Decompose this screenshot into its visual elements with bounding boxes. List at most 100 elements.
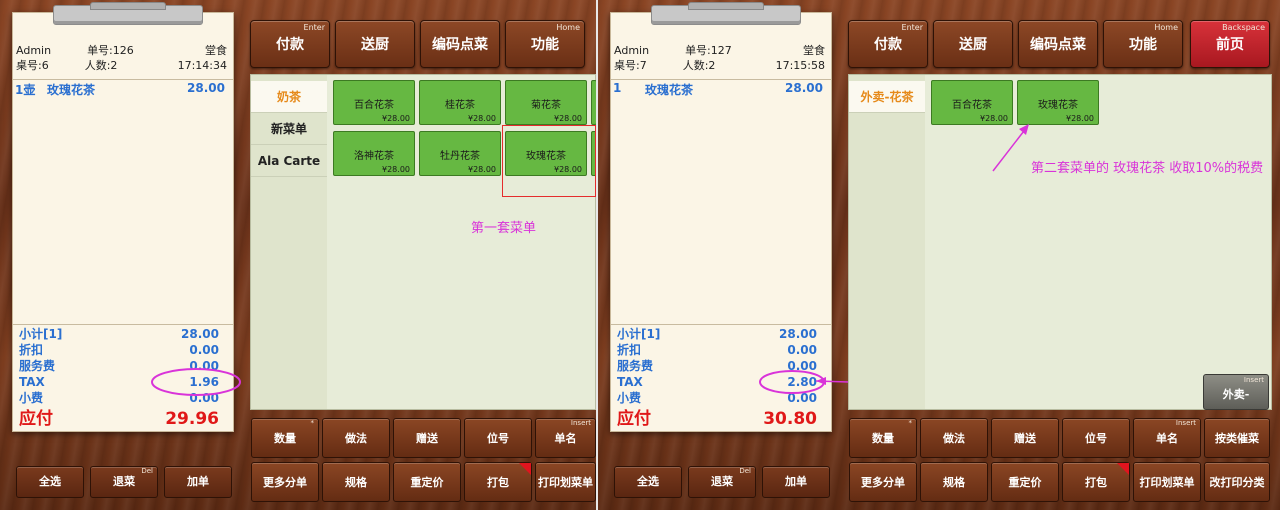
order-line-item[interactable]: 1壶 玫瑰花茶 28.00 — [15, 81, 225, 98]
table-number: 桌号:6 — [16, 59, 49, 72]
code-order-label: 编码点菜 — [432, 37, 488, 53]
dish-tile[interactable]: 百合花茶 ¥28.00 — [333, 80, 415, 125]
order-line-item[interactable]: 1 玫瑰花茶 28.00 — [613, 81, 823, 98]
print-dish-list-button[interactable]: 打印划菜单 — [535, 462, 596, 502]
category-list: 奶茶 新菜单 Ala Carte — [251, 75, 327, 409]
dish-tile[interactable]: 百合花茶 ¥28.00 — [931, 80, 1013, 125]
pos-screen-right: Admin 单号:127 堂食 桌号:7 人数:2 17:15:58 1 玫瑰花… — [598, 0, 1280, 510]
dish-price: ¥28.00 — [468, 114, 496, 123]
previous-page-button[interactable]: Backspace 前页 — [1190, 20, 1270, 68]
gift-button[interactable]: 赠送 — [991, 418, 1059, 458]
pack-button[interactable]: 打包 — [1062, 462, 1130, 502]
category-label: 奶茶 — [276, 90, 301, 104]
select-all-button[interactable]: 全选 — [16, 466, 84, 498]
quantity-button[interactable]: * 数量 — [849, 418, 917, 458]
dish-tile[interactable]: 桂花茶 ¥28.00 — [419, 80, 501, 125]
add-order-button[interactable]: 加单 — [762, 466, 830, 498]
order-name-label: 单名 — [554, 432, 577, 445]
method-button[interactable]: 做法 — [322, 418, 390, 458]
print-dish-list-button[interactable]: 打印划菜单 — [1133, 462, 1201, 502]
category-takeaway-tea[interactable]: 外卖-花茶 — [849, 81, 925, 113]
category-milk-tea[interactable]: 奶茶 — [251, 81, 327, 113]
item-qty: 1壶 — [15, 83, 36, 97]
quantity-button[interactable]: * 数量 — [251, 418, 319, 458]
item-name: 玫瑰花茶 — [47, 83, 96, 97]
change-print-category-label: 改打印分类 — [1209, 476, 1265, 489]
user-name: Admin — [614, 44, 650, 57]
spec-button[interactable]: 规格 — [322, 462, 390, 502]
return-dish-label: 退菜 — [711, 475, 733, 488]
more-split-button[interactable]: 更多分单 — [849, 462, 917, 502]
function-button[interactable]: Home 功能 — [505, 20, 585, 68]
enter-hint: Enter — [303, 23, 325, 32]
add-order-label: 加单 — [187, 475, 209, 488]
item-price: 28.00 — [187, 81, 225, 95]
gift-button[interactable]: 赠送 — [393, 418, 461, 458]
receipt-actions: 全选 Del 退菜 加单 — [598, 460, 838, 504]
subtotal-value: 28.00 — [181, 327, 219, 341]
select-all-button[interactable]: 全选 — [614, 466, 682, 498]
change-print-category-button[interactable]: 改打印分类 — [1204, 462, 1270, 502]
discount-label: 折扣 — [617, 343, 642, 357]
method-button[interactable]: 做法 — [920, 418, 988, 458]
dish-name: 洛神花茶 — [354, 151, 394, 162]
service-fee-label: 服务费 — [19, 359, 56, 373]
order-name-button[interactable]: Insert 单名 — [1133, 418, 1201, 458]
return-dish-button[interactable]: Del 退菜 — [688, 466, 756, 498]
totals-divider — [611, 324, 831, 325]
seat-button[interactable]: 位号 — [464, 418, 532, 458]
return-dish-label: 退菜 — [113, 475, 135, 488]
order-name-button[interactable]: Insert 单名 — [535, 418, 596, 458]
code-order-label: 编码点菜 — [1030, 37, 1086, 53]
bag-tag-icon — [1117, 463, 1129, 475]
order-number: 单号:126 — [87, 44, 134, 57]
home-hint: Home — [556, 23, 580, 32]
bag-tag-icon — [519, 463, 531, 475]
tip-label: 小费 — [19, 391, 44, 405]
more-split-button[interactable]: 更多分单 — [251, 462, 319, 502]
code-order-button[interactable]: 编码点菜 — [1018, 20, 1098, 68]
rush-by-category-button[interactable]: 按类催菜 — [1204, 418, 1270, 458]
subtotal-row: 小计[1] 28.00 — [617, 326, 817, 342]
dining-mode: 堂食 — [803, 44, 825, 57]
dish-tile[interactable]: 洛神花茶 ¥28.00 — [333, 131, 415, 176]
dish-tile[interactable]: 菊花茶 ¥28.00 — [505, 80, 587, 125]
category-new-menu[interactable]: 新菜单 — [251, 113, 327, 145]
dish-price: ¥28.00 — [1066, 114, 1094, 123]
send-kitchen-button[interactable]: 送厨 — [933, 20, 1013, 68]
clipboard-clip — [53, 2, 203, 25]
function-button[interactable]: Home 功能 — [1103, 20, 1183, 68]
method-label: 做法 — [345, 432, 367, 445]
dish-name: 桂花茶 — [445, 100, 475, 111]
menu-area: 外卖-花茶 百合花茶 ¥28.00 玫瑰花茶 ¥28.00 第二套菜单的 玫瑰花茶 … — [848, 74, 1272, 441]
header-divider — [611, 79, 831, 80]
reprice-button[interactable]: 重定价 — [991, 462, 1059, 502]
quantity-label: 数量 — [274, 432, 296, 445]
pack-button[interactable]: 打包 — [464, 462, 532, 502]
pay-button[interactable]: Enter 付款 — [250, 20, 330, 68]
seat-label: 位号 — [1085, 432, 1107, 445]
send-kitchen-label: 送厨 — [361, 37, 389, 53]
dish-tile[interactable]: 玫瑰花茶 ¥28.00 — [1017, 80, 1099, 125]
category-ala-carte[interactable]: Ala Carte — [251, 145, 327, 177]
amount-due-value: 29.96 — [165, 409, 219, 429]
menu2-switch-button[interactable]: Insert外卖-Menu2 — [1203, 374, 1269, 441]
more-split-label: 更多分单 — [263, 476, 307, 489]
send-kitchen-button[interactable]: 送厨 — [335, 20, 415, 68]
order-time: 17:15:58 — [775, 59, 825, 72]
reprice-button[interactable]: 重定价 — [393, 462, 461, 502]
tax-label: TAX — [19, 375, 45, 389]
dish-name: 百合花茶 — [952, 100, 992, 111]
pay-button[interactable]: Enter 付款 — [848, 20, 928, 68]
add-order-button[interactable]: 加单 — [164, 466, 232, 498]
return-dish-button[interactable]: Del 退菜 — [90, 466, 158, 498]
enter-hint: Enter — [901, 23, 923, 32]
code-order-button[interactable]: 编码点菜 — [420, 20, 500, 68]
seat-button[interactable]: 位号 — [1062, 418, 1130, 458]
spec-button[interactable]: 规格 — [920, 462, 988, 502]
dish-tile[interactable]: 牡丹花茶 ¥28.00 — [419, 131, 501, 176]
amount-due-row: 应付 30.80 — [617, 408, 817, 430]
star-hint: * — [310, 419, 315, 427]
item-name: 玫瑰花茶 — [645, 83, 694, 97]
pay-label: 付款 — [276, 37, 304, 53]
